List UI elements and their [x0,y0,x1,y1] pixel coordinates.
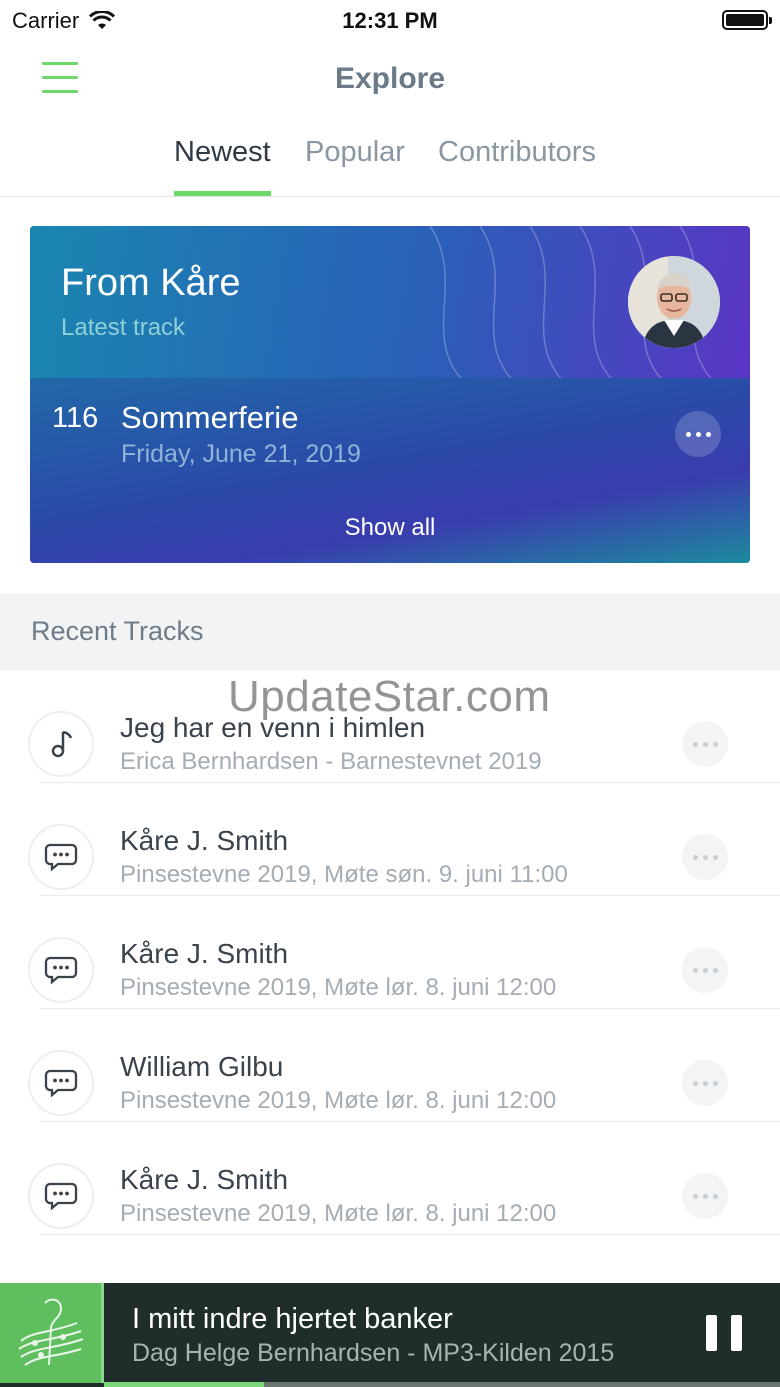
more-options-icon[interactable] [682,1173,728,1219]
more-options-icon[interactable] [675,411,721,457]
list-item[interactable]: William Gilbu Pinsestevne 2019, Møte lør… [0,1009,780,1122]
speech-bubble-icon [28,1050,94,1116]
tab-bar: Newest Popular Contributors [0,120,780,197]
music-note-icon [28,711,94,777]
speech-bubble-icon [28,1163,94,1229]
battery-icon [722,10,772,30]
featured-track[interactable]: 116 Sommerferie Friday, June 21, 2019 Sh… [30,378,750,563]
track-number: 116 [52,402,99,434]
speech-bubble-icon [28,937,94,1003]
playback-progress-fill [104,1382,265,1387]
track-title: William Gilbu [120,1051,284,1082]
more-options-icon[interactable] [682,1060,728,1106]
tab-newest[interactable]: Newest [174,136,271,196]
page-title: Explore [334,62,446,95]
player-title: I mitt indre hjertet banker [132,1303,453,1335]
more-options-icon[interactable] [682,947,728,993]
mini-player[interactable]: I mitt indre hjertet banker Dag Helge Be… [0,1283,780,1387]
status-bar: Carrier 12:31 PM [0,0,780,40]
track-subtitle: Pinsestevne 2019, Møte søn. 9. juni 11:0… [120,861,568,888]
show-all-button[interactable]: Show all [30,514,750,542]
watermark: UpdateStar.com [228,672,551,721]
list-item[interactable]: Kåre J. Smith Pinsestevne 2019, Møte lør… [0,896,780,1009]
track-title: Kåre J. Smith [120,938,289,969]
track-subtitle: Pinsestevne 2019, Møte lør. 8. juni 12:0… [120,1087,557,1114]
featured-title: From Kåre [61,262,241,304]
player-subtitle: Dag Helge Bernhardsen - MP3-Kilden 2015 [132,1339,615,1367]
speech-bubble-icon [28,824,94,890]
pause-icon[interactable] [706,1315,742,1351]
track-title: Kåre J. Smith [120,825,289,856]
avatar-photo [628,256,720,348]
more-options-icon[interactable] [682,721,728,767]
tab-contributors[interactable]: Contributors [438,136,596,196]
list-item[interactable]: Kåre J. Smith Pinsestevne 2019, Møte lør… [0,1122,780,1235]
section-header: Recent Tracks [0,594,780,670]
track-subtitle: Pinsestevne 2019, Møte lør. 8. juni 12:0… [120,974,557,1001]
playback-progress[interactable] [104,1382,780,1387]
featured-subtitle: Latest track [61,314,186,341]
nav-bar: Explore [0,40,780,120]
more-options-icon[interactable] [682,834,728,880]
track-name: Sommerferie [121,400,299,435]
track-date: Friday, June 21, 2019 [121,440,361,468]
section-title: Recent Tracks [31,616,204,646]
track-subtitle: Pinsestevne 2019, Møte lør. 8. juni 12:0… [120,1200,557,1227]
avatar[interactable] [628,256,720,348]
list-item[interactable]: Kåre J. Smith Pinsestevne 2019, Møte søn… [0,783,780,896]
track-subtitle: Erica Bernhardsen - Barnestevnet 2019 [120,748,542,775]
album-art-image [17,1298,83,1366]
status-time: 12:31 PM [342,8,438,33]
divider [40,1234,780,1235]
featured-card[interactable]: From Kåre Latest track 116 Sommerferie F… [30,226,750,563]
album-art[interactable] [0,1283,104,1383]
tab-popular[interactable]: Popular [305,136,405,196]
track-title: Kåre J. Smith [120,1164,289,1195]
